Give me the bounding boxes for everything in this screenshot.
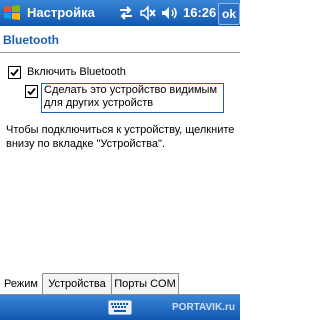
volume-icon[interactable] xyxy=(161,5,179,21)
checkmark-icon xyxy=(27,87,36,96)
window-title: Настройка xyxy=(27,5,95,20)
tab-strip: Режим Устройства Порты COM xyxy=(0,273,240,294)
keyboard-icon[interactable] xyxy=(108,300,132,315)
watermark: PORTAVIK.ru xyxy=(172,302,235,313)
heading-divider xyxy=(0,52,240,53)
enable-bluetooth-label: Включить Bluetooth xyxy=(27,66,126,78)
visible-device-label-line1: Сделать это устройство видимым xyxy=(44,84,218,96)
visible-device-label-line2: для других устройств xyxy=(44,97,154,109)
windows-start-icon[interactable] xyxy=(3,4,22,22)
tab-mode[interactable]: Режим xyxy=(0,273,43,294)
tab-devices[interactable]: Устройства xyxy=(43,273,112,294)
enable-bluetooth-checkbox[interactable] xyxy=(8,66,21,79)
title-bar: Настройка 16:26 ok xyxy=(0,0,240,26)
info-text: Чтобы подключиться к устройству, щелкнит… xyxy=(6,124,235,150)
visible-device-checkbox[interactable] xyxy=(25,85,38,98)
ok-button[interactable]: ok xyxy=(218,3,240,25)
page-heading: Bluetooth xyxy=(3,33,59,47)
speaker-muted-icon[interactable] xyxy=(139,5,156,21)
connectivity-icon[interactable] xyxy=(118,5,134,21)
checkmark-icon xyxy=(10,68,19,77)
enable-bluetooth-option[interactable]: Включить Bluetooth xyxy=(8,66,208,80)
visible-device-option[interactable]: Сделать это устройство видимым для други… xyxy=(25,83,230,113)
clock-time[interactable]: 16:26 xyxy=(183,5,216,20)
tab-com-ports[interactable]: Порты COM xyxy=(112,273,179,294)
